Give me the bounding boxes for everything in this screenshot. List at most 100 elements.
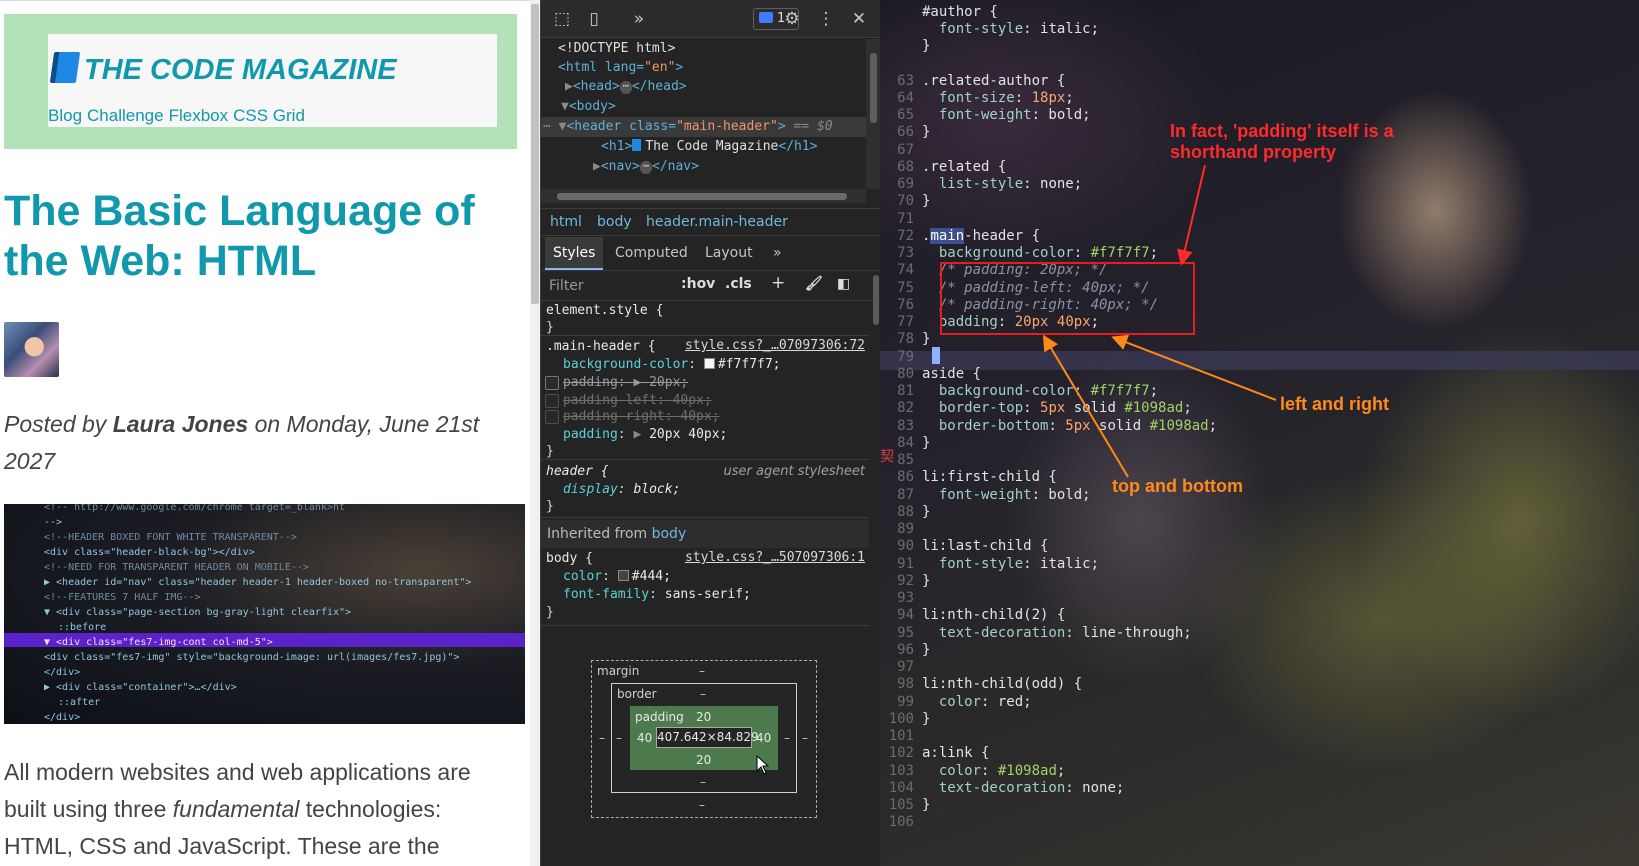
prop-name: display [563,482,618,497]
margin-bottom-value[interactable]: – [699,798,705,812]
code-image-line: <!--NEED FOR TRANSPARENT HEADER ON MOBIL… [44,562,309,573]
decl-background-color[interactable]: background-color: #f7f7f7; [563,356,781,373]
code-image-line: </div> [44,712,81,723]
decl-padding-overridden[interactable]: padding: ▶ 20px; [563,374,688,391]
styles-scrollbar[interactable] [871,271,880,631]
side-mark: 契 [880,449,894,465]
padding-left-value[interactable]: 40 [637,731,652,745]
decl-checkbox[interactable] [545,410,559,424]
code-image-line: ::after [58,697,101,708]
elements-hscroll-thumb[interactable] [557,193,847,200]
decl-color[interactable]: color: #444; [563,568,671,585]
inspect-element-icon[interactable]: ⬚ [551,8,573,30]
box-model-border: border – – – – padding 20 20 40 40 407.6… [611,683,797,793]
doctype-text: <!DOCTYPE html> [558,41,676,56]
padding-top-value[interactable]: 20 [696,710,711,724]
header-tag: <header class= [566,119,677,134]
node-doctype[interactable]: <!DOCTYPE html> [541,39,866,59]
arrow-shorthand [1176,164,1206,266]
site-nav: Blog Challenge Flexbox CSS Grid [48,106,310,126]
rule-main-header: .main-header { style.css?_…07097306:72 b… [541,338,869,460]
decl-padding-right-disabled[interactable]: padding-right: 40px; [563,408,720,425]
nav-link-css-grid[interactable]: CSS Grid [233,106,305,125]
device-toggle-icon[interactable]: ▯ [583,8,605,30]
kebab-menu-icon[interactable]: ⋮ [815,8,837,30]
code-image-line: <!--FEATURES 7 HALF IMG--> [44,592,201,603]
node-head[interactable]: ▶<head> ⋯ </head> [541,77,866,97]
elements-horizontal-scrollbar[interactable] [541,189,866,203]
border-right-value[interactable]: – [784,731,790,745]
rule-close-brace: } [546,605,554,620]
expand-triangle-icon[interactable]: ▶ [593,159,601,174]
border-top-value[interactable]: – [700,687,706,701]
border-bottom-value[interactable]: – [700,775,706,789]
element-style-selector: element.style { [546,303,664,318]
page-preview: THE CODE MAGAZINE Blog Challenge Flexbox CS… [0,0,540,866]
toggle-sidebar-icon[interactable]: ◧ [837,276,850,292]
box-model-content-size[interactable]: 407.642×84.829 [656,727,759,748]
node-html[interactable]: <html lang="en"> [541,58,866,78]
decl-checkbox[interactable] [545,376,559,390]
paint-brush-icon[interactable]: 🖌 [805,276,823,292]
inherited-from-link[interactable]: body [652,526,687,542]
collapsed-ellipsis-icon[interactable]: ⋯ [619,81,632,94]
margin-right-value[interactable]: – [802,731,808,745]
border-left-value[interactable]: – [616,731,622,745]
decl-font-family[interactable]: font-family: sans-serif; [563,586,751,603]
paragraph-emphasis: fundamental [172,796,300,822]
mouse-cursor-icon [756,755,770,775]
code-image-line: ▼ <div class="page-section bg-gray-light… [44,607,352,618]
styles-filter-input[interactable] [545,275,665,297]
code-image-line: ▶ <header id="nav" class="header header-… [44,577,472,588]
breadcrumb-body[interactable]: body [597,209,632,235]
node-header-selected[interactable]: ⋯ ▼<header class="main-header"> == $0 [541,117,866,137]
margin-left-value[interactable]: – [599,731,605,745]
prop-name: padding-right [563,409,665,424]
node-actions-ellipsis-icon[interactable]: ⋯ [543,119,559,134]
preview-scrollbar[interactable] [530,0,540,866]
collapse-triangle-icon[interactable]: ▼ [561,99,569,114]
nav-link-challenge[interactable]: Challenge [87,106,164,125]
elements-scroll-thumb[interactable] [870,53,877,123]
annotation-arrows [1042,164,1277,478]
tab-styles[interactable]: Styles [545,237,604,270]
nav-link-blog[interactable]: Blog [48,106,82,125]
node-nav[interactable]: ▶<nav> ⋯ </nav> [541,157,866,177]
decl-padding-left-disabled[interactable]: padding-left: 40px; [563,392,712,409]
decl-checkbox[interactable] [545,394,559,408]
more-tabs-chevron-icon[interactable]: » [765,237,790,270]
devtools-panel: ⬚ ▯ » 1 ⚙ ⋮ ✕ <!DOCTYPE html> <html lang… [540,0,880,866]
preview-scrollbar-thumb[interactable] [531,4,539,304]
expand-triangle-icon[interactable]: ▶ [565,79,573,94]
color-swatch-icon[interactable] [617,570,629,581]
new-rule-plus-icon[interactable]: + [771,273,785,293]
cls-toggle[interactable]: .cls [725,276,752,292]
color-swatch-icon[interactable] [703,358,715,369]
hov-toggle[interactable]: :hov [681,276,715,292]
styles-scroll-thumb[interactable] [873,275,879,325]
node-body[interactable]: ▼<body> [541,97,866,117]
border-label: border [617,687,657,701]
main-header-source-link[interactable]: style.css?_…07097306:72 [685,338,865,353]
breadcrumb-html[interactable]: html [550,209,582,235]
box-model-diagram: margin – – – – border – – – – padding 20… [591,660,817,818]
decl-padding[interactable]: padding: ▶ 20px 40px; [563,426,727,443]
node-h1[interactable]: <h1> The Code Magazine</h1> [541,137,866,157]
prop-name: font-family [563,587,650,602]
elements-vertical-scrollbar[interactable] [866,39,880,189]
tab-computed[interactable]: Computed [607,237,696,270]
nav-link-flexbox[interactable]: Flexbox [169,106,229,125]
tab-layout[interactable]: Layout [697,237,761,270]
padding-bottom-value[interactable]: 20 [696,753,711,767]
margin-top-value[interactable]: – [699,664,705,678]
close-icon[interactable]: ✕ [848,8,870,30]
collapsed-ellipsis-icon[interactable]: ⋯ [639,161,652,174]
post-meta-prefix: Posted by [4,411,113,437]
body-tag: <body> [568,99,616,114]
expand-shorthand-triangle-icon[interactable]: ▶ [633,427,641,442]
settings-gear-icon[interactable]: ⚙ [781,8,803,30]
prop-name: background-color [563,357,689,372]
breadcrumb-header[interactable]: header.main-header [646,209,788,235]
body-source-link[interactable]: style.css?_…507097306:1 [685,550,865,565]
more-tabs-icon[interactable]: » [628,8,650,30]
